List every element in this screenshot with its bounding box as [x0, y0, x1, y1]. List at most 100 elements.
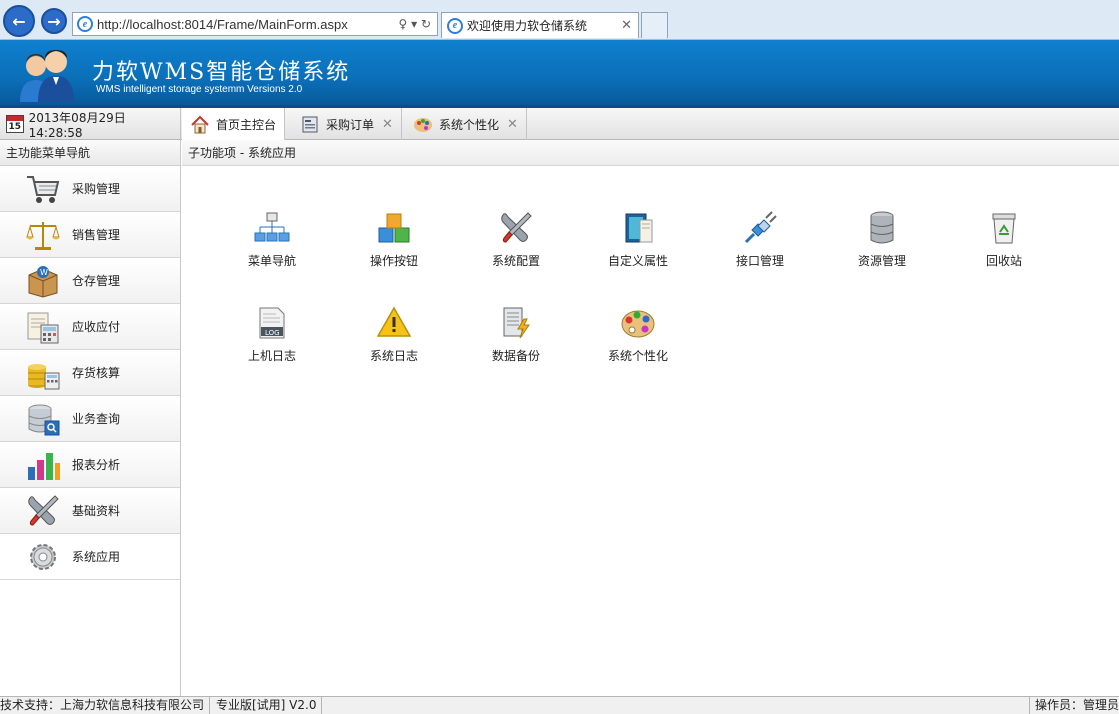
new-tab-button[interactable]: [641, 12, 668, 38]
home-icon: [191, 115, 209, 133]
function-interface-management[interactable]: 接口管理: [715, 210, 805, 269]
function-label: 自定义属性: [607, 254, 668, 268]
database-search-icon: [28, 404, 60, 435]
datetime-box: 15 2013年08月29日 14:28:58: [0, 108, 181, 140]
function-recycle-bin[interactable]: 回收站: [959, 210, 1049, 269]
back-icon[interactable]: ←: [3, 5, 35, 37]
close-icon[interactable]: ✕: [621, 18, 638, 33]
sidebar-item-label: 采购管理: [72, 182, 121, 196]
tab-strip: 15 2013年08月29日 14:28:58 首页主控台 采购订单 ✕ 系统个…: [0, 108, 1119, 141]
function-label: 系统个性化: [607, 349, 668, 363]
sidebar-item-label: 销售管理: [72, 228, 121, 242]
status-operator: 操作员：管理员: [1028, 697, 1119, 714]
backup-icon: [503, 307, 530, 339]
database-icon: [870, 211, 894, 244]
log-file-icon: LOG: [259, 307, 285, 339]
palette-icon: [414, 118, 432, 132]
sidebar-item-sales[interactable]: 销售管理: [0, 212, 180, 258]
tools-icon: [28, 494, 59, 526]
sidebar-item-basic-data[interactable]: 基础资料: [0, 488, 180, 534]
recycle-bin-icon: [992, 213, 1016, 244]
function-system-config[interactable]: 系统配置: [471, 210, 561, 269]
sidebar: 主功能菜单导航 采购管理 销售管理 W 仓存管理 应收应付 存货核算 业务查询 …: [0, 140, 181, 696]
function-label: 回收站: [985, 254, 1022, 268]
close-icon[interactable]: ✕: [382, 117, 393, 132]
warning-icon: [376, 306, 412, 337]
sitemap-icon: [254, 212, 290, 242]
function-label: 系统配置: [491, 254, 540, 268]
function-label: 接口管理: [735, 254, 784, 268]
function-menu-nav[interactable]: 菜单导航: [227, 210, 317, 269]
sidebar-item-reports[interactable]: 报表分析: [0, 442, 180, 488]
address-tools-icons[interactable]: ♀ ▾ ↻: [399, 17, 438, 31]
sidebar-item-purchase[interactable]: 采购管理: [0, 166, 180, 212]
coins-icon: [28, 363, 60, 389]
palette-icon: [621, 310, 655, 338]
sidebar-item-label: 业务查询: [72, 412, 121, 426]
function-login-log[interactable]: LOG 上机日志: [227, 305, 317, 364]
svg-text:LOG: LOG: [265, 329, 280, 337]
svg-text:W: W: [40, 268, 48, 277]
function-resource-management[interactable]: 资源管理: [837, 210, 927, 269]
function-label: 资源管理: [857, 254, 906, 268]
sidebar-item-business-query[interactable]: 业务查询: [0, 396, 180, 442]
tab-home[interactable]: 首页主控台: [182, 108, 286, 141]
main-content: 子功能项 - 系统应用 菜单导航 操作按钮 系统配置 自定义属性 接口管理 资源…: [182, 140, 1119, 696]
function-personalization[interactable]: 系统个性化: [593, 305, 683, 364]
calendar-icon: 15: [6, 115, 24, 133]
function-label: 菜单导航: [247, 254, 296, 268]
function-custom-attributes[interactable]: 自定义属性: [593, 210, 683, 269]
shopping-cart-icon: [27, 175, 60, 203]
users-logo-icon: [20, 50, 74, 102]
status-edition: 专业版[试用] V2.0: [211, 697, 323, 714]
close-icon[interactable]: ✕: [507, 117, 518, 132]
breadcrumb: 子功能项 - 系统应用: [182, 140, 1119, 166]
tools-icon: [501, 212, 532, 243]
function-label: 操作按钮: [369, 254, 418, 268]
sidebar-item-inventory-accounting[interactable]: 存货核算: [0, 350, 180, 396]
sidebar-item-label: 报表分析: [72, 458, 121, 472]
sidebar-item-receivables[interactable]: 应收应付: [0, 304, 180, 350]
sidebar-title: 主功能菜单导航: [0, 140, 180, 166]
status-support: 技术支持：上海力软信息科技有限公司: [0, 697, 211, 714]
blocks-icon: [378, 213, 410, 243]
tab-personalization[interactable]: 系统个性化 ✕: [405, 108, 527, 140]
sidebar-item-label: 基础资料: [72, 504, 121, 518]
ie-icon: e: [77, 16, 93, 32]
function-action-buttons[interactable]: 操作按钮: [349, 210, 439, 269]
warehouse-box-icon: W: [28, 265, 58, 298]
tab-personalization-label: 系统个性化: [439, 117, 500, 132]
tab-home-label: 首页主控台: [216, 118, 277, 132]
browser-tab[interactable]: e 欢迎使用力软仓储系统 ✕: [441, 12, 639, 38]
sidebar-item-label: 应收应付: [72, 320, 121, 334]
ie-tab-icon: e: [447, 17, 463, 34]
order-icon: [302, 116, 318, 133]
sidebar-item-label: 系统应用: [72, 550, 121, 564]
sidebar-item-label: 存货核算: [72, 366, 121, 380]
function-label: 系统日志: [369, 349, 418, 363]
app-subtitle: WMS intelligent storage systemm Versions…: [96, 84, 303, 95]
function-data-backup[interactable]: 数据备份: [471, 305, 561, 364]
forward-icon[interactable]: →: [41, 8, 67, 34]
address-bar[interactable]: e http://localhost:8014/Frame/MainForm.a…: [72, 12, 438, 36]
address-url[interactable]: http://localhost:8014/Frame/MainForm.asp…: [97, 17, 399, 32]
function-label: 数据备份: [491, 349, 540, 363]
tab-purchase-order-label: 采购订单: [326, 117, 375, 132]
gear-icon: [30, 543, 56, 570]
scales-icon: [26, 221, 60, 250]
function-label: 上机日志: [247, 349, 296, 363]
plug-icon: [744, 211, 777, 244]
app-title: 力软WMS智能仓储系统: [92, 60, 351, 85]
book-icon: [625, 213, 653, 243]
browser-toolbar: ← → e http://localhost:8014/Frame/MainFo…: [0, 0, 1119, 40]
tab-purchase-order[interactable]: 采购订单 ✕: [292, 108, 402, 140]
function-system-log[interactable]: 系统日志: [349, 305, 439, 364]
sidebar-item-label: 仓存管理: [72, 274, 121, 288]
status-bar: 技术支持：上海力软信息科技有限公司 专业版[试用] V2.0 操作员：管理员: [0, 696, 1119, 714]
app-header: 力软WMS智能仓储系统 WMS intelligent storage syst…: [0, 40, 1119, 108]
bar-chart-icon: [28, 452, 60, 480]
sidebar-item-system-apps[interactable]: 系统应用: [0, 534, 180, 580]
datetime-text: 2013年08月29日 14:28:58: [28, 110, 126, 140]
sidebar-item-warehouse[interactable]: W 仓存管理: [0, 258, 180, 304]
calculator-icon: [27, 312, 59, 343]
